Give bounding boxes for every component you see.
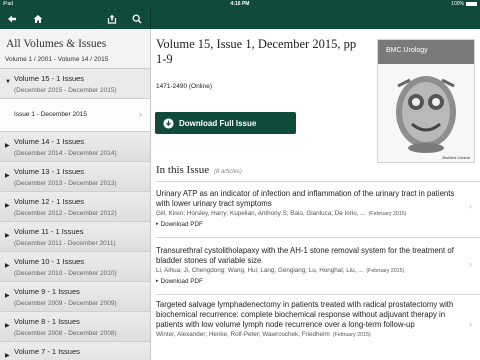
- download-button-label: Download Full Issue: [179, 118, 257, 128]
- cover-title: BMC Urology: [386, 47, 428, 54]
- volume-range: (December 2013 - December 2013): [14, 180, 117, 187]
- collapsed-triangle-icon: ▶: [5, 263, 10, 269]
- volume-range: (December 2015 - December 2015): [14, 87, 117, 94]
- volume-range: (December 2011 - December 2011): [14, 240, 116, 247]
- volume-range: (December 2010 - December 2010): [14, 270, 117, 277]
- battery-icon: [466, 2, 477, 6]
- collapsed-triangle-icon: ▶: [5, 143, 10, 149]
- volume-item-8[interactable]: ▶ Volume 8 - 1 Issues (December 2008 - D…: [0, 312, 150, 342]
- small-arrow-icon: ▸: [156, 221, 159, 227]
- article-authors-line: Winter, Alexander; Henke, Rolf-Peter; Wa…: [156, 331, 468, 338]
- article-title: Targeted salvage lymphadenectomy in pati…: [156, 300, 454, 329]
- download-pdf-label: Download PDF: [160, 277, 203, 285]
- chevron-right-icon[interactable]: ›: [469, 319, 472, 329]
- in-this-issue-heading: In this Issue (8 articles): [156, 164, 242, 176]
- volume-title: Volume 8 - 1 Issues: [14, 317, 80, 326]
- status-bar: iPad 4:16 PM 100%: [0, 0, 480, 8]
- volume-item-12[interactable]: ▶ Volume 12 - 1 Issues (December 2012 - …: [0, 192, 150, 222]
- publisher-logo: BioMed Central: [442, 155, 470, 160]
- article-title: Urinary ATP as an indicator of infection…: [156, 189, 455, 208]
- article-item[interactable]: Urinary ATP as an indicator of infection…: [156, 189, 468, 228]
- volumes-sidebar: All Volumes & Issues Volume 1 / 2001 - V…: [0, 29, 151, 360]
- issn-label: 1471-2490 (Online): [156, 83, 213, 90]
- sidebar-title: All Volumes & Issues: [6, 38, 107, 50]
- article-authors: Li, Aihua; Ji, Chengdong; Wang, Hui; Lan…: [156, 266, 364, 274]
- issue-item-1[interactable]: Issue 1 - December 2015 ›: [0, 99, 150, 132]
- volume-item-13[interactable]: ▶ Volume 13 - 1 Issues (December 2013 - …: [0, 162, 150, 192]
- home-icon[interactable]: [30, 11, 46, 27]
- collapsed-triangle-icon: ▶: [5, 173, 10, 179]
- top-toolbar: [0, 8, 480, 29]
- volume-title: Volume 13 - 1 Issues: [14, 167, 85, 176]
- collapsed-triangle-icon: ▶: [5, 323, 10, 329]
- article-item[interactable]: Targeted salvage lymphadenectomy in pati…: [156, 300, 468, 338]
- collapsed-triangle-icon: ▶: [5, 233, 10, 239]
- download-pdf-label: Download PDF: [160, 220, 203, 228]
- volume-range: (December 2012 - December 2012): [14, 210, 117, 217]
- sidebar-subtitle: Volume 1 / 2001 - Volume 14 / 2015: [0, 53, 150, 69]
- article-authors-line: Li, Aihua; Ji, Chengdong; Wang, Hui; Lan…: [156, 267, 468, 274]
- battery-status: 100%: [451, 1, 477, 7]
- download-full-issue-button[interactable]: Download Full Issue: [155, 112, 296, 134]
- volume-item-10[interactable]: ▶ Volume 10 - 1 Issues (December 2010 - …: [0, 252, 150, 282]
- volume-item-14[interactable]: ▶ Volume 14 - 1 Issues (December 2014 - …: [0, 132, 150, 162]
- toolbar-divider: [150, 8, 151, 29]
- chevron-right-icon: ›: [139, 109, 142, 119]
- journal-cover-image: BMC Urology BioMed Central: [377, 39, 475, 163]
- volume-title: Volume 10 - 1 Issues: [14, 257, 85, 266]
- volume-title: Volume 15 - 1 Issues: [14, 74, 85, 83]
- issue-detail-pane: Volume 15, Issue 1, December 2015, pp 1-…: [151, 29, 480, 360]
- collapsed-triangle-icon: ▶: [5, 203, 10, 209]
- article-authors: Gill, Kiren; Horsley, Harry; Kupelian, A…: [156, 209, 366, 217]
- small-arrow-icon: ▸: [156, 278, 159, 284]
- articles-count: (8 articles): [213, 169, 242, 175]
- share-icon[interactable]: [104, 11, 120, 27]
- cover-illustration: [396, 76, 456, 153]
- article-title: Transurethral cystolitholapaxy with the …: [156, 246, 454, 265]
- download-pdf-link[interactable]: ▸ Download PDF: [156, 221, 468, 228]
- download-icon: [163, 117, 174, 129]
- chevron-right-icon[interactable]: ›: [469, 201, 472, 211]
- battery-percent: 100%: [451, 1, 464, 7]
- clock: 4:16 PM: [230, 1, 250, 7]
- volume-title: Volume 14 - 1 Issues: [14, 137, 85, 146]
- volume-range: (December 2009 - December 2009): [14, 300, 117, 307]
- divider: [156, 294, 480, 295]
- volume-title: Volume 12 - 1 Issues: [14, 197, 85, 206]
- page-title: Volume 15, Issue 1, December 2015, pp 1-…: [156, 37, 357, 66]
- collapsed-triangle-icon: ▶: [5, 293, 10, 299]
- volume-title: Volume 7 - 1 Issues: [14, 347, 80, 356]
- article-authors-line: Gill, Kiren; Horsley, Harry; Kupelian, A…: [156, 210, 468, 217]
- article-item[interactable]: Transurethral cystolitholapaxy with the …: [156, 246, 468, 285]
- chevron-right-icon[interactable]: ›: [469, 259, 472, 269]
- collapsed-triangle-icon: ▶: [5, 353, 10, 359]
- divider: [156, 237, 480, 238]
- article-date: (February 2015): [368, 210, 407, 217]
- download-pdf-link[interactable]: ▸ Download PDF: [156, 278, 468, 285]
- article-date: (February 2015): [332, 331, 371, 338]
- divider: [156, 181, 480, 182]
- volume-range: (December 2008 - December 2008): [14, 330, 117, 337]
- volume-title: Volume 11 - 1 Issues: [14, 227, 84, 236]
- volume-item-11[interactable]: ▶ Volume 11 - 1 Issues (December 2011 - …: [0, 222, 150, 252]
- article-date: (February 2015): [366, 267, 405, 274]
- article-authors: Winter, Alexander; Henke, Rolf-Peter; Wa…: [156, 330, 330, 338]
- volume-range: (December 2014 - December 2014): [14, 150, 117, 157]
- back-arrow-icon[interactable]: [4, 11, 20, 27]
- volume-item-9[interactable]: ▶ Volume 9 - 1 Issues (December 2009 - D…: [0, 282, 150, 312]
- search-icon[interactable]: [129, 11, 145, 27]
- volume-item-7[interactable]: ▶ Volume 7 - 1 Issues: [0, 342, 150, 360]
- volume-title: Volume 9 - 1 Issues: [14, 287, 80, 296]
- issue-label: Issue 1 - December 2015: [14, 111, 87, 118]
- expanded-triangle-icon: ▼: [5, 79, 11, 85]
- volume-item-15[interactable]: ▼ Volume 15 - 1 Issues (December 2015 - …: [0, 69, 150, 99]
- section-heading-label: In this Issue: [156, 164, 210, 176]
